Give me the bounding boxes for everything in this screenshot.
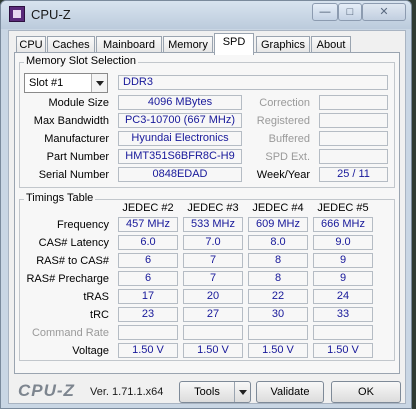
- timing-cell: 17: [118, 289, 178, 304]
- timing-cell: [183, 325, 243, 340]
- max-bandwidth-label: Max Bandwidth: [33, 115, 109, 127]
- timing-column-header: JEDEC #5: [317, 202, 369, 214]
- timing-cell: 1.50 V: [313, 343, 373, 358]
- registered-label: Registered: [256, 115, 310, 127]
- spd-ext-label: SPD Ext.: [265, 151, 310, 163]
- close-button[interactable]: ✕: [362, 3, 406, 21]
- timing-cell: 27: [183, 307, 243, 322]
- serial-number-value: 0848EDAD: [118, 167, 242, 182]
- timing-cell: [313, 325, 373, 340]
- timing-cell: 8.0: [248, 235, 308, 250]
- timing-cell: 7: [183, 271, 243, 286]
- slot-select[interactable]: Slot #1: [24, 73, 108, 93]
- timing-cell: 30: [248, 307, 308, 322]
- timing-cell: 23: [118, 307, 178, 322]
- timing-row-label: Voltage: [72, 345, 109, 357]
- timing-cell: 7: [183, 253, 243, 268]
- timing-cell: [118, 325, 178, 340]
- minimize-button[interactable]: —: [312, 3, 338, 21]
- registered-value: [319, 113, 388, 128]
- timing-row-label: Command Rate: [31, 327, 109, 339]
- slot-select-value: Slot #1: [29, 77, 64, 89]
- part-number-label: Part Number: [46, 151, 109, 163]
- spd-ext-value: [319, 149, 388, 164]
- window-title: CPU-Z: [31, 7, 71, 22]
- timing-cell: 8: [248, 271, 308, 286]
- timing-row-label: RAS# Precharge: [26, 273, 109, 285]
- buffered-label: Buffered: [268, 133, 310, 145]
- timing-row-label: tRAS: [83, 291, 109, 303]
- timing-cell: 9.0: [313, 235, 373, 250]
- timing-cell: 457 MHz: [118, 217, 178, 232]
- correction-label: Correction: [259, 97, 310, 109]
- timing-row-label: RAS# to CAS#: [36, 255, 109, 267]
- timing-cell: 533 MHz: [183, 217, 243, 232]
- validate-button[interactable]: Validate: [256, 381, 324, 403]
- ok-button[interactable]: OK: [331, 381, 401, 403]
- manufacturer-value: Hyundai Electronics: [118, 131, 242, 146]
- timing-row-label: tRC: [90, 309, 109, 321]
- chevron-down-icon[interactable]: [91, 74, 107, 92]
- title-bar[interactable]: CPU-Z — □ ✕: [1, 1, 411, 29]
- memory-type-field: DDR3: [118, 75, 388, 90]
- timing-cell: 20: [183, 289, 243, 304]
- buffered-value: [319, 131, 388, 146]
- manufacturer-label: Manufacturer: [44, 133, 109, 145]
- module-size-value: 4096 MBytes: [118, 95, 242, 110]
- timing-cell: 1.50 V: [118, 343, 178, 358]
- timing-cell: 24: [313, 289, 373, 304]
- timing-cell: 9: [313, 253, 373, 268]
- cpuz-logo: CPU-Z: [18, 381, 75, 400]
- part-number-value: HMT351S6BFR8C-H9: [118, 149, 242, 164]
- tab-spd[interactable]: SPD: [214, 33, 254, 55]
- memory-slot-legend: Memory Slot Selection: [24, 55, 139, 67]
- correction-value: [319, 95, 388, 110]
- timing-cell: 33: [313, 307, 373, 322]
- serial-number-label: Serial Number: [38, 169, 109, 181]
- timing-row-label: Frequency: [57, 219, 109, 231]
- week-year-label: Week/Year: [256, 169, 310, 181]
- timing-cell: 6.0: [118, 235, 178, 250]
- timing-column-header: JEDEC #3: [187, 202, 239, 214]
- chevron-down-icon[interactable]: [234, 382, 250, 402]
- timing-column-header: JEDEC #4: [252, 202, 304, 214]
- timing-cell: 6: [118, 271, 178, 286]
- timing-cell: 7.0: [183, 235, 243, 250]
- timing-cell: 9: [313, 271, 373, 286]
- timing-row-label: CAS# Latency: [38, 237, 109, 249]
- tools-button-label: Tools: [194, 386, 220, 398]
- maximize-button[interactable]: □: [338, 3, 362, 21]
- timing-column-header: JEDEC #2: [122, 202, 174, 214]
- tools-button[interactable]: Tools: [179, 381, 251, 403]
- version-label: Ver. 1.71.1.x64: [90, 386, 164, 398]
- cpuz-app-icon: [9, 6, 25, 22]
- week-year-value: 25 / 11: [319, 167, 388, 182]
- timings-legend: Timings Table: [24, 192, 96, 204]
- timing-cell: 22: [248, 289, 308, 304]
- module-size-label: Module Size: [48, 97, 109, 109]
- max-bandwidth-value: PC3-10700 (667 MHz): [118, 113, 242, 128]
- timing-cell: 6: [118, 253, 178, 268]
- timing-cell: 8: [248, 253, 308, 268]
- timing-cell: 666 MHz: [313, 217, 373, 232]
- timing-cell: 1.50 V: [248, 343, 308, 358]
- timing-cell: 609 MHz: [248, 217, 308, 232]
- timing-cell: [248, 325, 308, 340]
- timing-cell: 1.50 V: [183, 343, 243, 358]
